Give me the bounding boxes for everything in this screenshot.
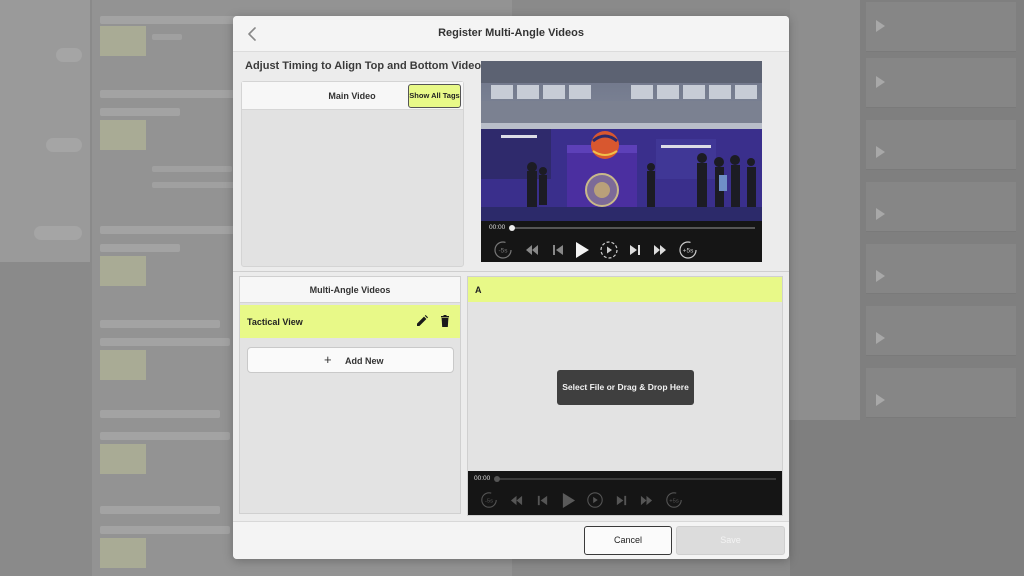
forward-5-icon[interactable]: +5s: [665, 491, 683, 509]
multi-angle-list-panel: Multi-Angle Videos Tactical View + Add N…: [239, 276, 461, 514]
rewind-icon[interactable]: [510, 494, 523, 507]
replay-5-icon[interactable]: -5s: [480, 491, 498, 509]
background-list-item: [100, 410, 220, 418]
rewind-icon[interactable]: [525, 243, 539, 257]
background-list-item: [100, 244, 180, 252]
multi-angle-header: Multi-Angle Videos: [240, 277, 460, 303]
background-list-item: [866, 306, 1016, 356]
play-icon: [876, 146, 885, 158]
svg-text:-5s: -5s: [485, 498, 493, 504]
angle-list-item[interactable]: Tactical View: [240, 305, 460, 338]
file-drop-button[interactable]: Select File or Drag & Drop Here: [557, 370, 694, 405]
progress-bar[interactable]: [496, 478, 776, 480]
frame-back-icon[interactable]: [536, 494, 549, 507]
background-list-item: [152, 182, 242, 188]
play-icon: [876, 332, 885, 344]
frame-forward-icon[interactable]: [615, 494, 628, 507]
slow-play-icon[interactable]: [599, 240, 619, 260]
background-sidebar: [0, 0, 90, 262]
background-list-item: [100, 526, 230, 534]
svg-text:+5s: +5s: [683, 248, 694, 255]
frame-forward-icon[interactable]: [628, 243, 642, 257]
modal-footer: Cancel Save: [233, 521, 789, 559]
background-badge: [56, 48, 82, 62]
play-icon: [876, 208, 885, 220]
forward-5-icon[interactable]: +5s: [678, 240, 698, 260]
play-icon[interactable]: [561, 492, 576, 509]
main-video-label: Main Video: [328, 91, 376, 101]
progress-handle[interactable]: [509, 225, 515, 231]
play-icon: [876, 76, 885, 88]
add-new-button[interactable]: + Add New: [247, 347, 454, 373]
register-multi-angle-modal: Register Multi-Angle Videos Adjust Timin…: [233, 16, 789, 559]
save-button[interactable]: Save: [676, 526, 785, 555]
background-list-item: [866, 368, 1016, 418]
angle-item-name: Tactical View: [247, 317, 303, 327]
main-video-controls: 00:00 -5s +5s: [481, 221, 762, 262]
background-list-item: [152, 34, 182, 40]
replay-5-icon[interactable]: -5s: [493, 240, 513, 260]
background-badge: [34, 226, 82, 240]
frame-back-icon[interactable]: [551, 243, 565, 257]
current-time: 00:00: [489, 224, 506, 231]
background-thumbnail: [100, 538, 146, 568]
background-list-item: [100, 108, 180, 116]
section-divider: [233, 271, 789, 272]
angle-video-header: A: [468, 277, 782, 302]
video-frame: [481, 61, 762, 221]
play-icon: [876, 20, 885, 32]
play-icon: [876, 270, 885, 282]
modal-title: Register Multi-Angle Videos: [438, 27, 584, 39]
modal-header: Register Multi-Angle Videos: [233, 16, 789, 52]
background-list-item: [152, 166, 232, 172]
edit-icon[interactable]: [416, 315, 428, 327]
slow-play-icon[interactable]: [586, 491, 604, 509]
trash-icon[interactable]: [439, 315, 451, 327]
background-thumbnail: [100, 256, 146, 286]
plus-icon: +: [324, 352, 332, 367]
svg-text:+5s: +5s: [669, 498, 679, 504]
background-list-item: [866, 182, 1016, 232]
add-new-label: Add New: [345, 356, 384, 366]
main-video-panel: Main Video Show All Tags: [241, 81, 464, 267]
fast-forward-icon[interactable]: [653, 243, 667, 257]
background-list-item: [866, 244, 1016, 294]
background-video: [790, 0, 860, 420]
main-video-player[interactable]: 00:00 -5s +5s: [481, 61, 762, 262]
progress-bar[interactable]: [511, 227, 755, 229]
main-video-header: Main Video Show All Tags: [242, 82, 463, 110]
progress-handle[interactable]: [494, 476, 500, 482]
play-icon[interactable]: [574, 241, 590, 259]
instruction-text: Adjust Timing to Align Top and Bottom Vi…: [245, 60, 491, 72]
show-all-tags-button[interactable]: Show All Tags: [408, 84, 461, 108]
angle-video-controls: 00:00 -5s +5s: [468, 471, 782, 515]
background-list-item: [100, 90, 240, 98]
background-list-item: [866, 58, 1016, 108]
background-list-item: [100, 506, 220, 514]
background-list-item: [100, 432, 230, 440]
background-badge: [46, 138, 82, 152]
angle-letter: A: [475, 285, 482, 295]
background-list-item: [100, 320, 220, 328]
background-thumbnail: [100, 444, 146, 474]
play-icon: [876, 394, 885, 406]
background-thumbnail: [100, 26, 146, 56]
current-time: 00:00: [474, 475, 491, 482]
angle-video-panel: A Select File or Drag & Drop Here 00:00 …: [467, 276, 783, 516]
fast-forward-icon[interactable]: [640, 494, 653, 507]
background-thumbnail: [100, 350, 146, 380]
background-list-item: [866, 120, 1016, 170]
background-list-item: [100, 338, 230, 346]
cancel-button[interactable]: Cancel: [584, 526, 672, 555]
background-list-item: [100, 226, 240, 234]
background-thumbnail: [100, 120, 146, 150]
multi-angle-title: Multi-Angle Videos: [309, 285, 391, 295]
svg-text:-5s: -5s: [498, 248, 508, 255]
background-list-item: [866, 2, 1016, 52]
